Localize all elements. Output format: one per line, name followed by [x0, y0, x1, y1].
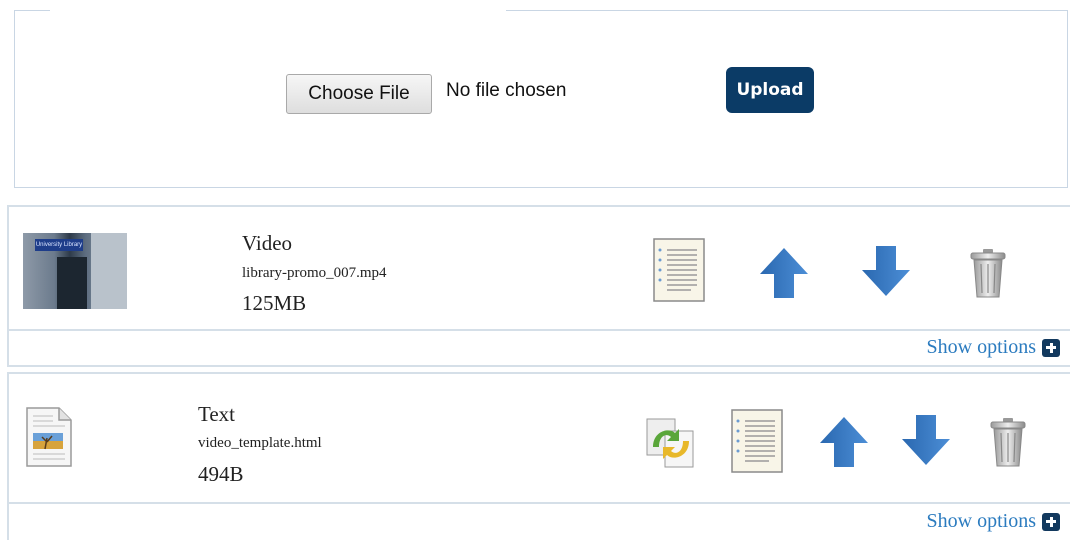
show-options-link[interactable]: Show options — [927, 336, 1060, 359]
replace-icon[interactable] — [643, 416, 699, 472]
file-name: library-promo_007.mp4 — [242, 265, 387, 281]
panel-border — [506, 10, 1068, 11]
file-status-text: No file chosen — [446, 80, 567, 101]
file-item: Text video_template.html 494B Show optio… — [7, 372, 1070, 540]
options-bar: Show options — [7, 504, 1070, 540]
panel-border — [14, 10, 15, 188]
file-item: University Library Video library-promo_0… — [7, 205, 1070, 367]
plus-icon — [1042, 338, 1060, 357]
plus-icon — [1042, 512, 1060, 531]
html-document-icon[interactable] — [23, 404, 75, 470]
file-name: video_template.html — [198, 435, 322, 451]
file-row: Text video_template.html 494B — [7, 372, 1070, 504]
upload-panel: Choose File No file chosen Upload — [14, 10, 1068, 188]
move-up-icon[interactable] — [817, 414, 871, 470]
choose-file-button[interactable]: Choose File — [286, 74, 432, 114]
file-type-label: Text — [198, 402, 236, 426]
trash-icon[interactable] — [985, 414, 1031, 470]
trash-icon[interactable] — [965, 245, 1011, 301]
notes-icon[interactable] — [651, 237, 707, 303]
upload-button[interactable]: Upload — [726, 67, 814, 113]
move-down-icon[interactable] — [899, 412, 953, 468]
show-options-label: Show options — [926, 336, 1036, 358]
options-bar: Show options — [7, 331, 1070, 367]
move-up-icon[interactable] — [757, 245, 811, 301]
panel-border — [14, 10, 50, 11]
show-options-label: Show options — [926, 510, 1036, 532]
file-size: 494B — [198, 462, 244, 486]
file-row: University Library Video library-promo_0… — [7, 205, 1070, 331]
move-down-icon[interactable] — [859, 243, 913, 299]
thumbnail-sign-text: University Library — [35, 239, 83, 251]
panel-border — [14, 187, 1068, 188]
notes-icon[interactable] — [729, 408, 785, 474]
file-type-label: Video — [242, 231, 293, 255]
file-size: 125MB — [242, 291, 307, 315]
video-thumbnail[interactable]: University Library — [23, 233, 127, 309]
show-options-link[interactable]: Show options — [927, 510, 1060, 533]
panel-border — [1067, 10, 1068, 188]
